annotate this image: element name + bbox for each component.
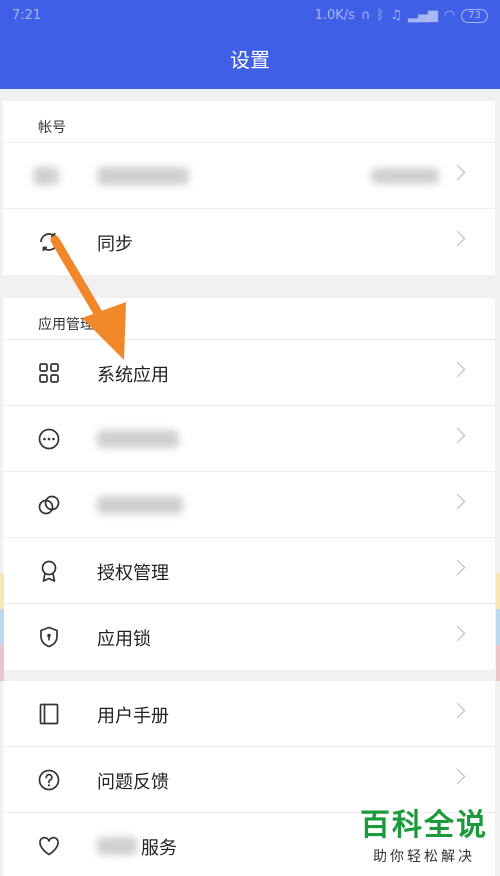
wifi-icon: ◠ <box>443 8 456 23</box>
chevron-right-icon <box>449 493 466 510</box>
account-row[interactable] <box>3 143 495 209</box>
account-section: 帐号 同步 <box>3 101 495 275</box>
permission-row[interactable]: 授权管理 <box>3 538 495 604</box>
user-manual-row[interactable]: 用户手册 <box>3 681 495 747</box>
blurred-label <box>97 837 137 855</box>
side-strip <box>496 645 500 681</box>
account-name <box>97 167 189 185</box>
sync-row[interactable]: 同步 <box>3 209 495 275</box>
app-management-section: 应用管理 系统应用 授权管理 应用锁 <box>3 298 495 670</box>
system-apps-row[interactable]: 系统应用 <box>3 340 495 406</box>
blurred-label <box>97 430 179 448</box>
more-circle-icon <box>38 428 60 450</box>
chevron-right-icon <box>449 230 466 247</box>
page-title: 设置 <box>230 48 270 72</box>
book-icon <box>39 703 59 725</box>
chevron-right-icon <box>449 625 466 642</box>
system-apps-label: 系统应用 <box>97 365 169 386</box>
account-section-title: 帐号 <box>3 101 495 143</box>
title-bar: 设置 <box>0 32 500 89</box>
account-status <box>371 168 439 184</box>
app-management-section-title: 应用管理 <box>3 298 495 340</box>
question-circle-icon <box>38 769 60 791</box>
chevron-right-icon <box>449 559 466 576</box>
battery-indicator: 73 <box>461 8 488 23</box>
side-strip <box>0 645 4 681</box>
app-clone-row[interactable] <box>3 472 495 538</box>
headset-icon: ∩ <box>360 8 371 23</box>
app-lock-row[interactable]: 应用锁 <box>3 604 495 670</box>
network-speed: 1.0K/s <box>314 8 355 23</box>
double-circle-icon <box>38 495 60 515</box>
side-strip <box>496 609 500 645</box>
watermark-logo: 百科全说 助你轻松解决 <box>360 800 488 866</box>
app-lock-label: 应用锁 <box>97 629 151 650</box>
signal-icon: ▂▄▆ <box>407 8 438 23</box>
side-strip <box>0 609 4 645</box>
service-label: 服务 <box>141 838 177 859</box>
watermark-slogan: 助你轻松解决 <box>373 849 475 865</box>
side-strip <box>0 573 4 609</box>
status-indicators: 1.0K/s ∩ ᛒ ♫ ▂▄▆ ◠ 73 <box>315 8 488 23</box>
chevron-right-icon <box>449 361 466 378</box>
more-apps-row[interactable] <box>3 406 495 472</box>
mute-icon: ♫ <box>390 8 402 23</box>
sync-label: 同步 <box>97 234 133 255</box>
feedback-label: 问题反馈 <box>97 772 169 793</box>
heart-icon <box>39 836 59 856</box>
bluetooth-icon: ᛒ <box>376 8 385 23</box>
status-bar: 7:21 1.0K/s ∩ ᛒ ♫ ▂▄▆ ◠ 73 <box>0 0 500 32</box>
chevron-right-icon <box>449 164 466 181</box>
watermark-brand: 百科全说 <box>360 808 488 843</box>
chevron-right-icon <box>449 427 466 444</box>
status-time: 7:21 <box>12 8 42 23</box>
side-strip <box>496 573 500 609</box>
grid-icon <box>39 363 59 383</box>
award-icon <box>41 560 57 582</box>
user-manual-label: 用户手册 <box>97 706 169 727</box>
chevron-right-icon <box>449 702 466 719</box>
sync-icon <box>40 233 58 251</box>
permission-label: 授权管理 <box>97 563 169 584</box>
chevron-right-icon <box>449 768 466 785</box>
account-avatar-icon <box>33 167 59 185</box>
shield-icon <box>40 626 58 648</box>
blurred-label <box>97 496 183 514</box>
